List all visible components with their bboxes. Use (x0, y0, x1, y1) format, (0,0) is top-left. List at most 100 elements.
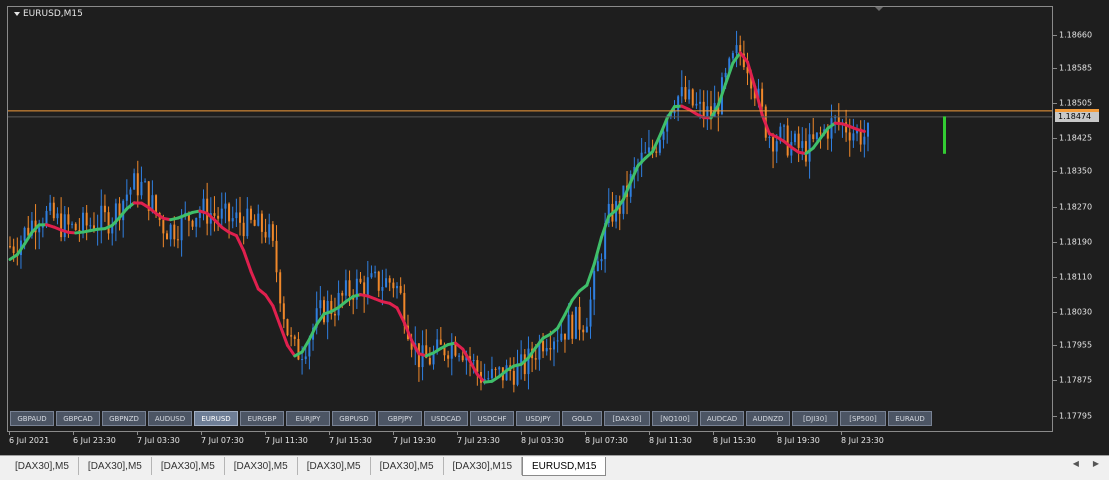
dropdown-triangle-icon[interactable] (14, 12, 20, 16)
candle-body (228, 203, 231, 222)
time-tick-label: 7 Jul 07:30 (201, 436, 244, 445)
chart-tab[interactable]: [DAX30],M5 (79, 457, 152, 475)
time-tick-label: 8 Jul 11:30 (649, 436, 692, 445)
candle-body (527, 348, 530, 375)
candle-body (264, 231, 267, 238)
symbol-button-sp500[interactable]: [SP500] (840, 411, 886, 426)
moving-average-segment (315, 312, 326, 327)
chart-window[interactable]: EURUSD,M15 GBPAUD GBPCAD GBPNZD AUDUSD EURUS… (0, 0, 1109, 455)
symbol-button-audcad[interactable]: AUDCAD (700, 411, 744, 426)
candle-body (235, 212, 238, 219)
symbol-button-eurusd[interactable]: EURUSD (194, 411, 238, 426)
candle-body (242, 222, 245, 237)
candle-body (677, 96, 680, 111)
candle-body (195, 217, 198, 227)
candle-body (103, 205, 106, 213)
candle-body (596, 261, 599, 272)
symbol-button-gbpcad[interactable]: GBPCAD (56, 411, 100, 426)
price-tick (1053, 35, 1057, 36)
candle-body (71, 223, 74, 225)
symbol-button-usdjpy[interactable]: USDJPY (516, 411, 560, 426)
symbol-button-dji30[interactable]: [DJI30] (792, 411, 838, 426)
symbol-button-gbpaud[interactable]: GBPAUD (10, 411, 54, 426)
price-tick-label: 1.17875 (1059, 375, 1093, 385)
candle-body (374, 271, 377, 274)
time-tick-label: 8 Jul 03:30 (521, 436, 564, 445)
candle-body (253, 219, 256, 226)
candle-body (542, 340, 545, 352)
symbol-button-audnzd[interactable]: AUDNZD (746, 411, 790, 426)
chart-tab[interactable]: [DAX30],M5 (6, 457, 79, 475)
candle-body (582, 329, 585, 333)
chart-plot-area[interactable]: EURUSD,M15 GBPAUD GBPCAD GBPNZD AUDUSD EURUS… (7, 6, 1053, 432)
candle-body (257, 213, 260, 226)
arrow-right-icon[interactable]: ▶ (1093, 459, 1099, 468)
chart-tabs: [DAX30],M5 [DAX30],M5 [DAX30],M5 [DAX30],M5… (6, 457, 607, 476)
time-tick (265, 432, 266, 435)
time-tick-label: 8 Jul 07:30 (585, 436, 628, 445)
symbol-button-gbpjpy[interactable]: GBPJPY (378, 411, 422, 426)
candle-body (282, 303, 285, 320)
chart-tab[interactable]: [DAX30],M5 (152, 457, 225, 475)
candle-body (85, 212, 88, 226)
candle-body (549, 348, 552, 350)
candle-body (333, 313, 336, 316)
candle-body (571, 314, 574, 339)
candle-body (129, 189, 132, 195)
chart-tab-bar: [DAX30],M5 [DAX30],M5 [DAX30],M5 [DAX30],M5… (0, 455, 1109, 480)
chart-tab[interactable]: [DAX30],M15 (444, 457, 523, 475)
symbol-button-euraud[interactable]: EURAUD (888, 411, 932, 426)
chart-tab[interactable]: [DAX30],M5 (371, 457, 444, 475)
symbol-button-audusd[interactable]: AUDUSD (148, 411, 192, 426)
time-tick-label: 6 Jul 23:30 (73, 436, 116, 445)
candle-body (220, 208, 223, 219)
chart-tab[interactable]: [DAX30],M5 (298, 457, 371, 475)
candle-body (472, 360, 475, 362)
candle-body (553, 341, 556, 350)
price-tick (1053, 312, 1057, 314)
symbol-button-eurgbp[interactable]: EURGBP (240, 411, 284, 426)
candle-body (290, 335, 293, 337)
chart-shift-marker-icon[interactable] (875, 7, 883, 11)
candle-body (706, 106, 709, 118)
symbol-button-nq100[interactable]: [NQ100] (652, 411, 698, 426)
symbol-button-usdchf[interactable]: USDCHF (470, 411, 514, 426)
candle-body (523, 354, 526, 375)
candle-body (322, 300, 325, 323)
price-tick (1053, 241, 1057, 243)
candle-body (260, 213, 263, 232)
symbol-button-eurjpy[interactable]: EURJPY (286, 411, 330, 426)
candle-body (82, 212, 85, 231)
time-tick (649, 432, 650, 435)
candle-body (198, 212, 201, 218)
candle-body (107, 212, 110, 234)
candle-body (60, 213, 63, 238)
candle-body (63, 214, 66, 238)
candle-body (275, 240, 278, 273)
chart-tab[interactable]: [DAX30],M5 (225, 457, 298, 475)
moving-average-segment (278, 324, 289, 347)
symbol-button-gbpnzd[interactable]: GBPNZD (102, 411, 146, 426)
price-tick (1053, 345, 1057, 347)
symbol-button-gbpusd[interactable]: GBPUSD (332, 411, 376, 426)
candle-body (458, 355, 461, 357)
moving-average-segment (570, 289, 582, 302)
candle-body (852, 133, 855, 141)
candle-body (512, 370, 515, 385)
candle-body (691, 89, 694, 106)
candle-body (359, 278, 362, 283)
price-tick (1053, 68, 1057, 69)
symbol-button-dax30[interactable]: [DAX30] (604, 411, 650, 426)
chart-tab[interactable]: EURUSD,M15 (522, 457, 607, 476)
price-chart-svg (8, 7, 1052, 393)
candle-body (655, 151, 658, 153)
candle-body (589, 299, 592, 327)
arrow-left-icon[interactable]: ◀ (1073, 459, 1079, 468)
symbol-button-usdcad[interactable]: USDCAD (424, 411, 468, 426)
symbol-switcher-bar: GBPAUD GBPCAD GBPNZD AUDUSD EURUSD EURGBP EURJ… (10, 411, 932, 426)
candle-body (304, 356, 307, 360)
symbol-button-gold[interactable]: GOLD (562, 411, 602, 426)
candle-body (494, 368, 497, 370)
candle-body (699, 101, 702, 104)
time-tick (713, 432, 714, 435)
